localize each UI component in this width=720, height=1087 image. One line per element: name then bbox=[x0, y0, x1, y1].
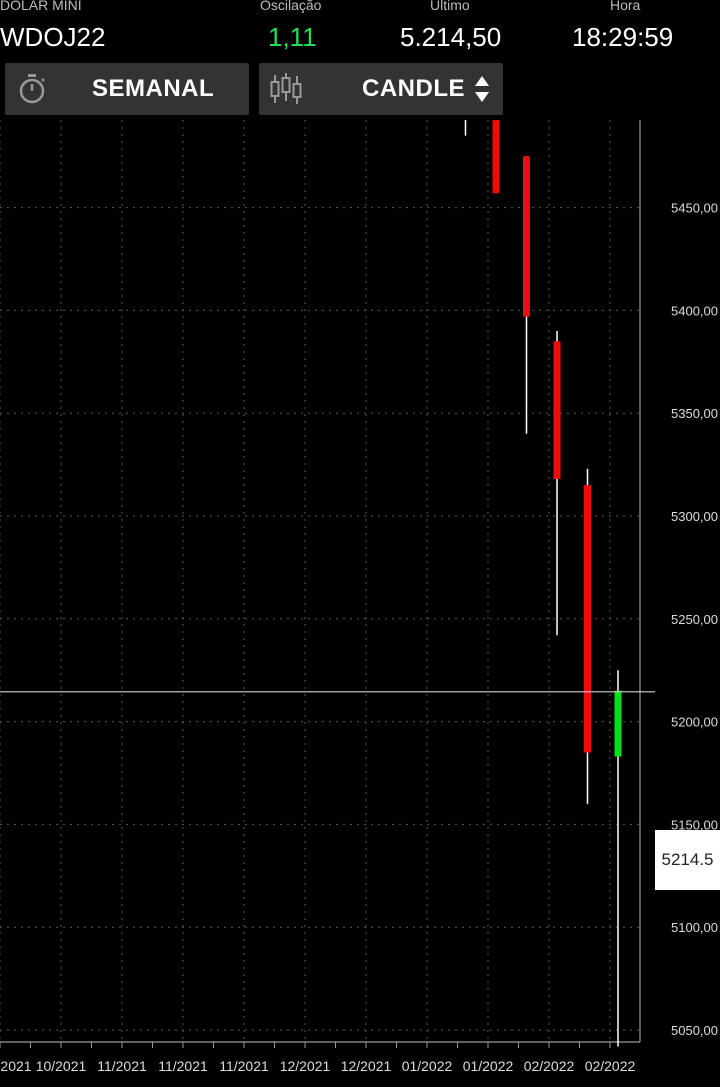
candlestick-icon bbox=[270, 73, 302, 104]
x-tick-label: 02/2022 bbox=[524, 1058, 575, 1074]
current-price-tag: 5214.5 bbox=[655, 830, 720, 890]
candle-body bbox=[553, 341, 561, 479]
x-tick-label: 01/2022 bbox=[402, 1058, 453, 1074]
chart-type-button[interactable]: CANDLE bbox=[259, 63, 503, 115]
y-tick-label: 5250,00 bbox=[671, 612, 718, 627]
period-button[interactable]: SEMANAL bbox=[5, 63, 249, 115]
last-label: Último bbox=[430, 0, 470, 13]
x-tick-label: 12/2021 bbox=[341, 1058, 392, 1074]
symbol: WDOJ22 bbox=[0, 22, 106, 52]
oscillation-value: 1,11 bbox=[268, 22, 317, 52]
time-value: 18:29:59 bbox=[572, 22, 674, 52]
x-tick-label: 02/2022 bbox=[585, 1058, 636, 1074]
instrument-label: DOLAR MINI bbox=[0, 0, 82, 13]
y-tick-label: 5050,00 bbox=[671, 1023, 718, 1038]
chart-candles bbox=[464, 120, 622, 1047]
candlestick-chart[interactable]: 5900,005850,005800,005750,005700,005650,… bbox=[0, 120, 720, 1087]
last-value: 5.214,50 bbox=[400, 22, 502, 52]
y-tick-label: 5300,00 bbox=[671, 509, 718, 524]
y-tick-label: 5350,00 bbox=[671, 406, 718, 421]
chart-type-label: CANDLE bbox=[362, 75, 465, 102]
y-tick-label: 5450,00 bbox=[671, 201, 718, 216]
x-tick-label: 10/2021 bbox=[36, 1058, 87, 1074]
candle-body bbox=[523, 156, 530, 317]
oscillation-label: Oscilação bbox=[260, 0, 322, 13]
y-axis: 5900,005850,005800,005750,005700,005650,… bbox=[671, 201, 718, 1038]
x-tick-label: 11/2021 bbox=[219, 1058, 269, 1074]
x-axis: 2021 10/2021 11/2021 11/2021 11/2021 12/2021 1… bbox=[0, 1058, 635, 1074]
x-tick-label: 2021 bbox=[0, 1058, 31, 1074]
x-tick-label: 12/2021 bbox=[280, 1058, 331, 1074]
x-tick-label: 01/2022 bbox=[463, 1058, 514, 1074]
y-tick-label: 5100,00 bbox=[671, 920, 718, 935]
chart-grid bbox=[0, 120, 641, 1048]
candle-body bbox=[614, 690, 622, 757]
x-tick-label: 11/2021 bbox=[97, 1058, 147, 1074]
sort-arrows-icon bbox=[475, 76, 489, 102]
x-tick-label: 11/2021 bbox=[158, 1058, 208, 1074]
period-label: SEMANAL bbox=[92, 75, 215, 102]
y-tick-label: 5200,00 bbox=[671, 715, 718, 730]
candle-body bbox=[492, 120, 500, 194]
stopwatch-icon bbox=[19, 74, 45, 104]
y-tick-label: 5400,00 bbox=[671, 303, 718, 318]
candle-body bbox=[584, 485, 591, 753]
time-label: Hora bbox=[610, 0, 641, 13]
